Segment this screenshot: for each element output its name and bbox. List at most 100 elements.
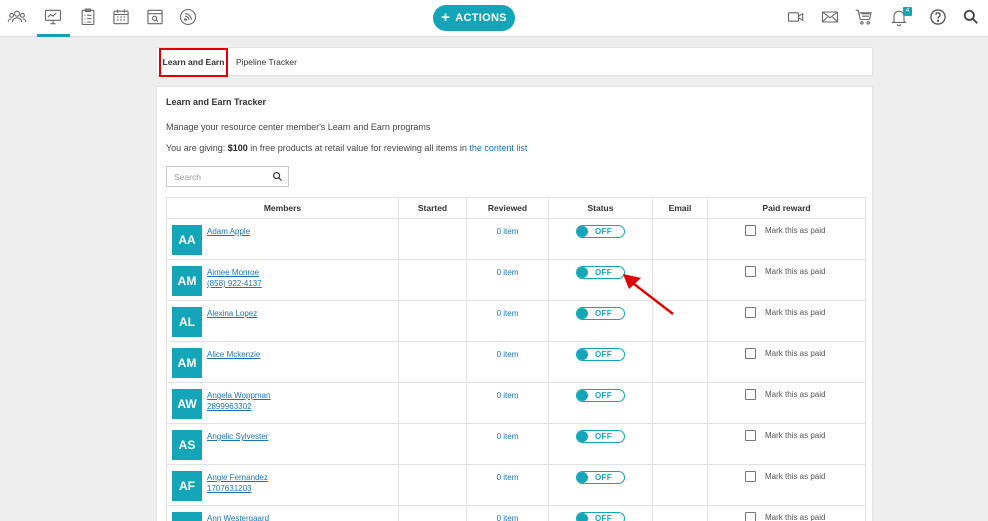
toggle-label: OFF [595, 432, 612, 441]
reviewed-items-link[interactable]: 0 item [497, 391, 519, 400]
browser-search-icon[interactable] [144, 6, 166, 28]
actions-button[interactable]: + ACTIONS [433, 5, 515, 31]
mark-paid-checkbox[interactable] [745, 348, 756, 359]
status-toggle[interactable]: OFF [576, 307, 625, 320]
avatar: AM [172, 266, 202, 296]
mark-paid-checkbox[interactable] [745, 512, 756, 521]
status-toggle[interactable]: OFF [576, 389, 625, 402]
member-name-link[interactable]: Angelic Sylvester [207, 432, 268, 441]
member-cell: AM Alice Mckenzie [166, 341, 399, 383]
rss-feed-icon[interactable] [177, 6, 199, 28]
mail-icon[interactable] [819, 6, 841, 28]
reviewed-items-link[interactable]: 0 item [497, 473, 519, 482]
status-toggle[interactable]: OFF [576, 512, 625, 521]
reviewed-items-link[interactable]: 0 item [497, 309, 519, 318]
header-reviewed[interactable]: Reviewed [466, 197, 549, 219]
mark-paid-checkbox[interactable] [745, 266, 756, 277]
email-cell [652, 505, 708, 521]
status-toggle[interactable]: OFF [576, 348, 625, 361]
tab-pipeline-tracker[interactable]: Pipeline Tracker [236, 48, 297, 76]
started-cell [398, 341, 467, 383]
mark-paid-checkbox[interactable] [745, 307, 756, 318]
toggle-knob [577, 226, 588, 237]
help-icon[interactable] [927, 6, 949, 28]
avatar: AA [172, 225, 202, 255]
header-paid-reward[interactable]: Paid reward [707, 197, 866, 219]
header-email[interactable]: Email [652, 197, 708, 219]
member-cell: AW Angela Woppman 2899963302 [166, 382, 399, 424]
status-toggle[interactable]: OFF [576, 471, 625, 484]
header-members[interactable]: Members [166, 197, 399, 219]
clipboard-checklist-icon[interactable] [77, 6, 99, 28]
header-status[interactable]: Status [548, 197, 653, 219]
mark-paid-label[interactable]: Mark this as paid [765, 513, 825, 521]
calendar-icon[interactable] [110, 6, 132, 28]
avatar: AM [172, 348, 202, 378]
avatar-initials: AL [179, 315, 195, 329]
member-name-link[interactable]: Alexina Lopez [207, 309, 257, 318]
member-name-link[interactable]: Angela Woppman [207, 391, 270, 400]
toggle-knob [577, 390, 588, 401]
reviewed-items-link[interactable]: 0 item [497, 227, 519, 236]
header-started[interactable]: Started [398, 197, 467, 219]
member-phone-link[interactable]: (858) 922-4137 [207, 279, 262, 288]
cart-icon[interactable] [853, 6, 875, 28]
status-toggle[interactable]: OFF [576, 430, 625, 443]
mark-paid-label[interactable]: Mark this as paid [765, 390, 825, 399]
toggle-knob [577, 513, 588, 521]
member-name-link[interactable]: Adam Apple [207, 227, 250, 236]
member-name-link[interactable]: Alice Mckenzie [207, 350, 260, 359]
reviewed-cell: 0 item [466, 505, 549, 521]
avatar-initials: AM [177, 274, 197, 288]
mark-paid-label[interactable]: Mark this as paid [765, 349, 825, 358]
toggle-label: OFF [595, 391, 612, 400]
member-phone-link[interactable]: 2899963302 [207, 402, 252, 411]
mark-paid-label[interactable]: Mark this as paid [765, 308, 825, 317]
mark-paid-label[interactable]: Mark this as paid [765, 267, 825, 276]
member-name-link[interactable]: Angie Fernandez [207, 473, 268, 482]
status-toggle[interactable]: OFF [576, 266, 625, 279]
avatar: AF [172, 471, 202, 501]
giving-amount: $100 [227, 143, 248, 153]
reviewed-items-link[interactable]: 0 item [497, 350, 519, 359]
member-phone-link[interactable]: 1707631203 [207, 484, 252, 493]
member-name-link[interactable]: Ann Westergaard [207, 514, 269, 521]
reviewed-items-link[interactable]: 0 item [497, 514, 519, 521]
status-cell: OFF [548, 382, 653, 424]
toggle-label: OFF [595, 350, 612, 359]
search-input[interactable] [167, 167, 267, 186]
giving-summary: You are giving: $100 in free products at… [166, 143, 527, 153]
paid-reward-cell: Mark this as paid [707, 341, 866, 383]
mark-paid-checkbox[interactable] [745, 430, 756, 441]
member-cell: AA Adam Apple [166, 218, 399, 260]
actions-button-label: ACTIONS [455, 12, 507, 24]
mark-paid-label[interactable]: Mark this as paid [765, 431, 825, 440]
team-icon[interactable] [6, 6, 28, 28]
tab-learn-and-earn[interactable]: Learn and Earn [159, 48, 228, 77]
email-cell [652, 300, 708, 342]
mark-paid-label[interactable]: Mark this as paid [765, 226, 825, 235]
mark-paid-checkbox[interactable] [745, 225, 756, 236]
table-row: AF Angie Fernandez 1707631203 0 item OFF… [166, 464, 866, 506]
content-list-link[interactable]: the content list [469, 143, 527, 153]
reviewed-cell: 0 item [466, 341, 549, 383]
member-name-link[interactable]: Aimee Monroe [207, 268, 259, 277]
toggle-label: OFF [595, 473, 612, 482]
notification-badge: 4 [903, 7, 912, 16]
reviewed-items-link[interactable]: 0 item [497, 268, 519, 277]
search-icon[interactable] [272, 171, 283, 182]
mark-paid-checkbox[interactable] [745, 471, 756, 482]
toggle-knob [577, 308, 588, 319]
reviewed-items-link[interactable]: 0 item [497, 432, 519, 441]
status-toggle[interactable]: OFF [576, 225, 625, 238]
video-camera-icon[interactable] [785, 6, 807, 28]
mark-paid-label[interactable]: Mark this as paid [765, 472, 825, 481]
dashboard-monitor-icon[interactable] [42, 6, 64, 28]
started-cell [398, 382, 467, 424]
member-cell: AM Aimee Monroe (858) 922-4137 [166, 259, 399, 301]
member-cell: AW Ann Westergaard [166, 505, 399, 521]
paid-reward-cell: Mark this as paid [707, 505, 866, 521]
email-cell [652, 341, 708, 383]
search-icon[interactable] [960, 6, 982, 28]
mark-paid-checkbox[interactable] [745, 389, 756, 400]
